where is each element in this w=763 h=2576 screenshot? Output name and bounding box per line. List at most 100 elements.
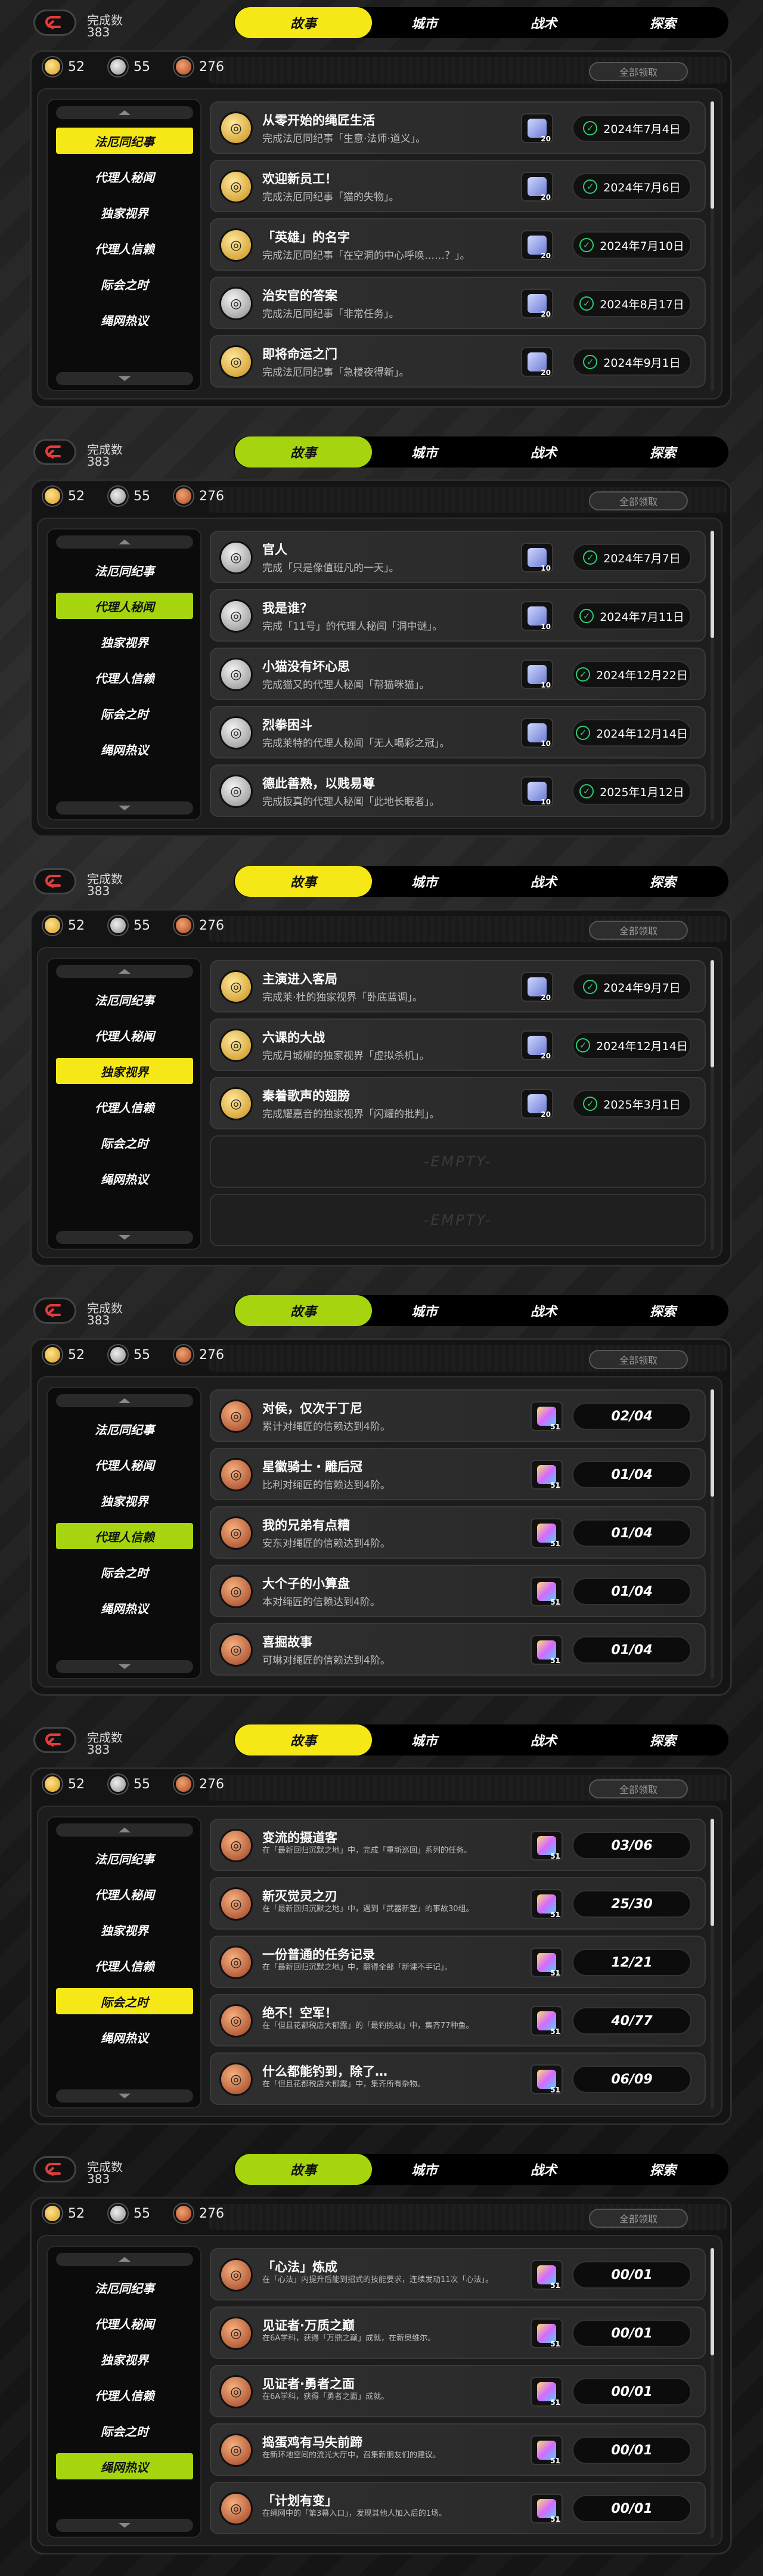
tab-explore[interactable]: 探索 [603, 1295, 722, 1326]
sidebar-item-2[interactable]: 代理人秘闻 [56, 1022, 193, 1048]
tab-story[interactable]: 故事 [235, 436, 372, 467]
reward-item[interactable]: 51 [531, 2435, 563, 2465]
achievement-row[interactable]: ◎ 捣蛋鸡有马失前蹄 在新环地空间的流光大厅中，召集新朋友们的建议。 51 00/01 [210, 2423, 706, 2476]
scroll-up-icon[interactable] [56, 106, 193, 119]
sidebar-item-4[interactable]: 代理人信赖 [56, 664, 193, 691]
achievement-row[interactable]: ◎ 见证者·万质之巅 在6A学科，获得「万鼎之巅」成就，在新奥维尔。 51 00/01 [210, 2306, 706, 2359]
reward-item[interactable]: 51 [531, 1831, 563, 1860]
sidebar-item-6[interactable]: 绳网热议 [56, 1165, 193, 1191]
reward-item[interactable]: 20 [521, 289, 553, 318]
sidebar-item-5[interactable]: 际会之时 [56, 271, 193, 297]
tab-tactics[interactable]: 战术 [484, 866, 603, 897]
achievement-row[interactable]: ◎ 治安官的答案 完成法厄同纪事「非常任务」。 20 ✓ 2024年8月17日 [210, 277, 706, 329]
sidebar-item-2[interactable]: 代理人秘闻 [56, 163, 193, 190]
sidebar-item-6[interactable]: 绳网热议 [56, 2453, 193, 2479]
reward-item[interactable]: 51 [531, 1889, 563, 1919]
achievement-row[interactable]: ◎ 喜掘故事 可琳对绳匠的信赖达到4阶。 51 01/04 [210, 1623, 706, 1676]
scroll-up-icon[interactable] [56, 2253, 193, 2266]
tab-explore[interactable]: 探索 [603, 436, 722, 467]
reward-item[interactable]: 10 [521, 601, 553, 631]
achievement-row[interactable]: ◎ 即将命运之门 完成法厄同纪事「急楼夜得新」。 20 ✓ 2024年9月1日 [210, 335, 706, 388]
claim-all-button[interactable]: 全部领取 [589, 2209, 688, 2228]
tab-city[interactable]: 城市 [365, 866, 484, 897]
tab-story[interactable]: 故事 [235, 1295, 372, 1326]
sidebar-item-1[interactable]: 法厄同纪事 [56, 986, 193, 1013]
reward-item[interactable]: 20 [521, 1030, 553, 1060]
achievement-row[interactable]: ◎ 「心法」炼成 在「心法」内提升后能到招式的技能要求，连续发动11次「心法」。 51… [210, 2248, 706, 2301]
scrollbar-thumb[interactable] [711, 960, 714, 1067]
reward-item[interactable]: 51 [531, 2260, 563, 2290]
tab-story[interactable]: 故事 [235, 2154, 372, 2185]
scrollbar-thumb[interactable] [711, 531, 714, 638]
achievement-row[interactable]: ◎ 主演进入客局 完成莱·杜的独家视界「卧底蓝调」。 20 ✓ 2024年9月7日 [210, 960, 706, 1013]
reward-item[interactable]: 51 [531, 1577, 563, 1606]
sidebar-item-1[interactable]: 法厄同纪事 [56, 1845, 193, 1871]
sidebar-item-2[interactable]: 代理人秘闻 [56, 593, 193, 619]
reward-item[interactable]: 51 [531, 2377, 563, 2407]
achievement-row[interactable]: ◎ 从零开始的绳匠生活 完成法厄同纪事「生意·法师·道义」。 20 ✓ 2024年7月4日 [210, 101, 706, 154]
scroll-down-icon[interactable] [56, 1660, 193, 1673]
reward-item[interactable]: 20 [521, 113, 553, 143]
tab-tactics[interactable]: 战术 [484, 7, 603, 38]
achievement-row[interactable]: ◎ 新灭觉灵之刃 在「最新回归沉默之地」中，遇到「武器新型」的事故30组。 51 25/… [210, 1877, 706, 1930]
sidebar-item-5[interactable]: 际会之时 [56, 2417, 193, 2444]
sidebar-item-3[interactable]: 独家视界 [56, 628, 193, 655]
list-scrollbar[interactable] [711, 531, 714, 821]
claim-all-button[interactable]: 全部领取 [589, 62, 688, 81]
tab-explore[interactable]: 探索 [603, 7, 722, 38]
achievement-row[interactable]: ◎ 小猫没有坏心思 完成猫又的代理人秘闻「帮猫咪猫」。 10 ✓ 2024年12月22日 [210, 648, 706, 700]
scroll-down-icon[interactable] [56, 801, 193, 815]
scroll-down-icon[interactable] [56, 2089, 193, 2103]
achievement-row[interactable]: ◎ 见证者·勇者之面 在6A学科，获得「勇者之面」成就。 51 00/01 [210, 2365, 706, 2417]
achievement-row[interactable]: ◎ 变流的摄道客 在「最新回归沉默之地」中，完成「重新巡回」系列的任务。 51 03/0… [210, 1819, 706, 1871]
sidebar-item-2[interactable]: 代理人秘闻 [56, 1881, 193, 1907]
achievement-row[interactable]: ◎ 烈拳困斗 完成莱特的代理人秘闻「无人喝彩之冠」。 10 ✓ 2024年12月14日 [210, 706, 706, 758]
sidebar-item-2[interactable]: 代理人秘闻 [56, 1451, 193, 1478]
reward-item[interactable]: 51 [531, 1948, 563, 1977]
reward-item[interactable]: 51 [531, 2494, 563, 2524]
achievement-row[interactable]: ◎ 对侯，仅次于丁尼 累计对绳匠的信赖达到4阶。 51 02/04 [210, 1389, 706, 1442]
scrollbar-thumb[interactable] [711, 2248, 714, 2355]
sidebar-item-6[interactable]: 绳网热议 [56, 736, 193, 762]
scroll-up-icon[interactable] [56, 535, 193, 549]
sidebar-item-6[interactable]: 绳网热议 [56, 306, 193, 333]
sidebar-item-5[interactable]: 际会之时 [56, 700, 193, 726]
reward-item[interactable]: 20 [521, 230, 553, 260]
achievement-row[interactable]: ◎ 「计划有变」 在绳网中的「第3幕入口」，发现其他人加入后的1场。 51 00/01 [210, 2482, 706, 2534]
claim-all-button[interactable]: 全部领取 [589, 1779, 688, 1798]
scroll-down-icon[interactable] [56, 372, 193, 385]
tab-city[interactable]: 城市 [365, 1724, 484, 1755]
reward-item[interactable]: 51 [531, 1518, 563, 1548]
scrollbar-thumb[interactable] [711, 1819, 714, 1926]
achievement-row[interactable]: ◎ 我是谁？ 完成「11号」的代理人秘闻「洞中谜」。 10 ✓ 2024年7月11日 [210, 589, 706, 642]
achievement-row[interactable]: ◎ 大个子的小算盘 本对绳匠的信赖达到4阶。 51 01/04 [210, 1565, 706, 1617]
sidebar-item-3[interactable]: 独家视界 [56, 2346, 193, 2372]
sidebar-item-1[interactable]: 法厄同纪事 [56, 557, 193, 583]
achievement-row[interactable]: ◎ 一份普通的任务记录 在「最新回归沉默之地」中，翻得全部「新课不手记」。 51 12/… [210, 1936, 706, 1988]
sidebar-item-3[interactable]: 独家视界 [56, 1487, 193, 1513]
sidebar-item-1[interactable]: 法厄同纪事 [56, 128, 193, 154]
list-scrollbar[interactable] [711, 960, 714, 1250]
sidebar-item-3[interactable]: 独家视界 [56, 199, 193, 225]
reward-item[interactable]: 10 [521, 660, 553, 689]
back-button[interactable] [33, 10, 76, 36]
reward-item[interactable]: 10 [521, 718, 553, 748]
reward-item[interactable]: 51 [531, 2006, 563, 2036]
sidebar-item-4[interactable]: 代理人信赖 [56, 1952, 193, 1979]
achievement-row[interactable]: ◎ 「英雄」的名字 完成法厄同纪事「在空洞的中心呼唤……？」。 20 ✓ 2024年7月1… [210, 218, 706, 271]
tab-story[interactable]: 故事 [235, 866, 372, 897]
sidebar-item-6[interactable]: 绳网热议 [56, 2024, 193, 2050]
tab-explore[interactable]: 探索 [603, 2154, 722, 2185]
achievement-row[interactable]: ◎ 我的兄弟有点糟 安东对绳匠的信赖达到4阶。 51 01/04 [210, 1506, 706, 1559]
scrollbar-thumb[interactable] [711, 101, 714, 209]
sidebar-item-4[interactable]: 代理人信赖 [56, 1523, 193, 1549]
sidebar-item-4[interactable]: 代理人信赖 [56, 2382, 193, 2408]
reward-item[interactable]: 51 [531, 2064, 563, 2094]
reward-item[interactable]: 20 [521, 347, 553, 377]
list-scrollbar[interactable] [711, 2248, 714, 2538]
tab-explore[interactable]: 探索 [603, 1724, 722, 1755]
scroll-up-icon[interactable] [56, 1823, 193, 1837]
reward-item[interactable]: 20 [521, 972, 553, 1002]
back-button[interactable] [33, 868, 76, 894]
achievement-row[interactable]: ◎ 什么都能钓到，除了… 在「但且花都税店大郁露」中，集齐所有杂物。 51 06/09 [210, 2052, 706, 2105]
